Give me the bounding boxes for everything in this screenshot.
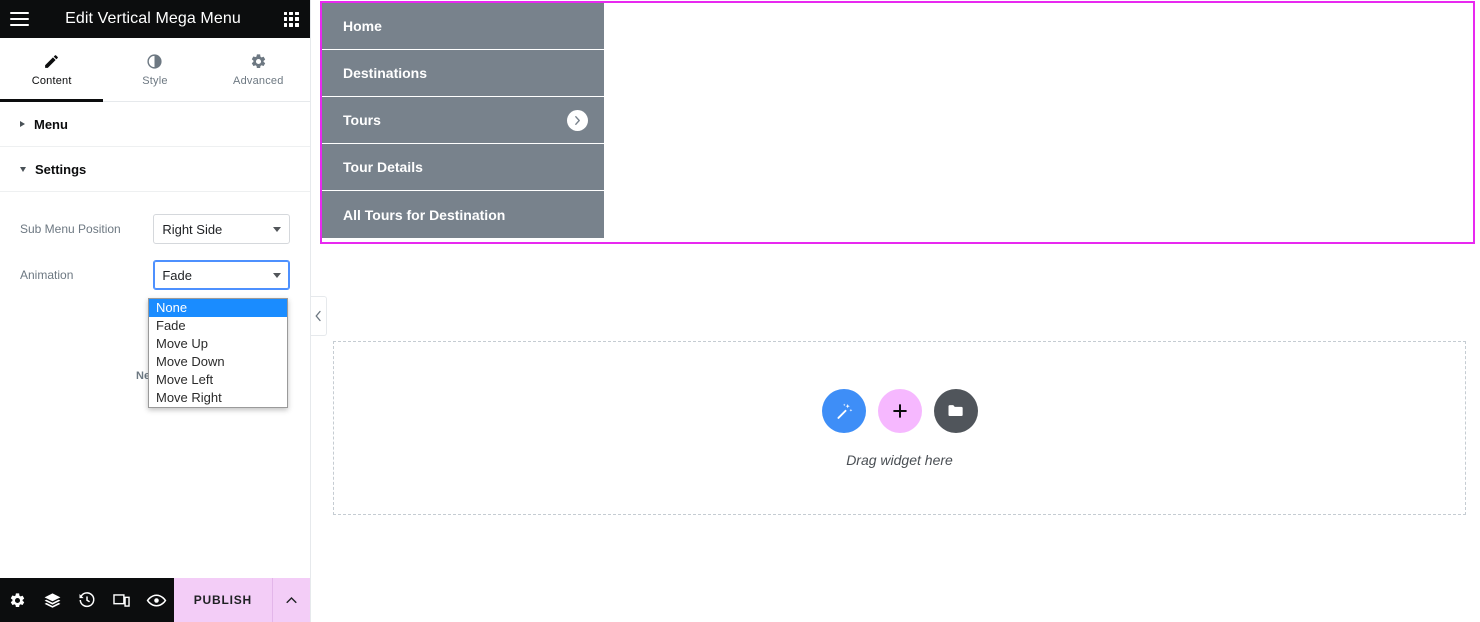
chevron-down-icon [20, 166, 26, 172]
preview-eye-icon [146, 593, 167, 607]
responsive-mode-button[interactable] [104, 578, 139, 622]
add-ai-widget-button[interactable] [821, 388, 866, 433]
dropdown-option-move-up[interactable]: Move Up [149, 335, 287, 353]
hamburger-icon [9, 12, 29, 26]
panel-footer: PUBLISH [0, 578, 311, 622]
widget-dropzone[interactable]: Drag widget here [333, 341, 1466, 515]
control-animation: Animation Fade [20, 252, 290, 298]
navigator-button[interactable] [35, 578, 70, 622]
menu-item-all-tours-for-destination[interactable]: All Tours for Destination [322, 191, 604, 238]
publish-group: PUBLISH [173, 578, 311, 622]
tab-content-label: Content [31, 74, 72, 87]
elementor-editor: Edit Vertical Mega Menu Content Style Ad… [0, 0, 1480, 622]
editor-canvas: Home Destinations Tours Tour Details All… [311, 0, 1480, 622]
panel-collapse-handle[interactable] [311, 296, 327, 336]
history-button[interactable] [70, 578, 105, 622]
chevron-down-icon [273, 227, 281, 232]
responsive-mode-icon [113, 593, 130, 607]
animation-dropdown-list[interactable]: None Fade Move Up Move Down Move Left Mo… [148, 298, 288, 408]
animation-label: Animation [20, 268, 74, 282]
hamburger-menu-button[interactable] [0, 0, 38, 38]
settings-button[interactable] [0, 578, 35, 622]
dropzone-label: Drag widget here [846, 451, 953, 468]
grid-apps-icon [283, 11, 299, 27]
gear-icon [251, 53, 265, 68]
menu-item-home[interactable]: Home [322, 3, 604, 50]
open-template-library-button[interactable] [933, 388, 978, 433]
menu-item-tour-details[interactable]: Tour Details [322, 144, 604, 191]
sub-menu-position-label: Sub Menu Position [20, 222, 121, 236]
tab-advanced[interactable]: Advanced [207, 38, 310, 101]
menu-item-tours[interactable]: Tours [322, 97, 604, 144]
layers-navigator-icon [44, 592, 61, 608]
tab-content[interactable]: Content [0, 38, 104, 102]
chevron-left-icon [315, 310, 321, 322]
control-sub-menu-position: Sub Menu Position Right Side [20, 206, 290, 252]
vertical-mega-menu-widget[interactable]: Home Destinations Tours Tour Details All… [320, 1, 1475, 244]
section-settings[interactable]: Settings [0, 147, 310, 192]
panel-title: Edit Vertical Mega Menu [65, 10, 241, 27]
animation-value: Fade [162, 267, 192, 283]
dropzone-buttons [821, 388, 978, 433]
apps-grid-button[interactable] [272, 0, 310, 38]
panel-tabs: Content Style Advanced [0, 38, 310, 102]
chevron-right-icon [20, 121, 25, 127]
menu-item-label: Tours [343, 112, 381, 128]
folder-icon [948, 404, 963, 416]
add-widget-button[interactable] [877, 388, 922, 433]
plus-icon [892, 403, 907, 418]
menu-item-label: Tour Details [343, 159, 423, 175]
publish-options-button[interactable] [272, 578, 310, 622]
history-clock-icon [79, 592, 95, 608]
animation-select[interactable]: Fade [153, 260, 290, 290]
publish-button[interactable]: PUBLISH [174, 578, 272, 622]
menu-item-label: All Tours for Destination [343, 206, 506, 223]
dropdown-option-none[interactable]: None [149, 299, 287, 317]
section-menu[interactable]: Menu [0, 102, 310, 147]
chevron-up-icon [286, 596, 297, 603]
gear-settings-icon [10, 592, 24, 607]
dropdown-option-fade[interactable]: Fade [149, 317, 287, 335]
section-menu-title: Menu [34, 116, 68, 132]
dropdown-option-move-left[interactable]: Move Left [149, 371, 287, 389]
vertical-mega-menu: Home Destinations Tours Tour Details All… [322, 3, 604, 238]
dropdown-option-move-down[interactable]: Move Down [149, 353, 287, 371]
sub-menu-position-select[interactable]: Right Side [153, 214, 290, 244]
magic-wand-icon [836, 403, 852, 419]
menu-item-label: Home [343, 18, 382, 34]
sub-menu-position-value: Right Side [162, 221, 223, 237]
tab-style[interactable]: Style [103, 38, 206, 101]
section-settings-title: Settings [35, 161, 87, 177]
preview-button[interactable] [139, 578, 174, 622]
menu-item-label: Destinations [343, 65, 428, 81]
dropdown-option-move-right[interactable]: Move Right [149, 389, 287, 407]
pencil-icon [45, 54, 59, 68]
settings-controls: Sub Menu Position Right Side Animation F… [0, 192, 310, 298]
menu-item-destinations[interactable]: Destinations [322, 50, 604, 97]
tab-style-label: Style [142, 74, 168, 87]
tab-advanced-label: Advanced [233, 74, 284, 87]
chevron-down-icon [273, 273, 281, 278]
half-circle-contrast-icon [147, 53, 163, 69]
panel-header: Edit Vertical Mega Menu [0, 0, 310, 38]
chevron-right-circle-icon[interactable] [567, 109, 588, 131]
